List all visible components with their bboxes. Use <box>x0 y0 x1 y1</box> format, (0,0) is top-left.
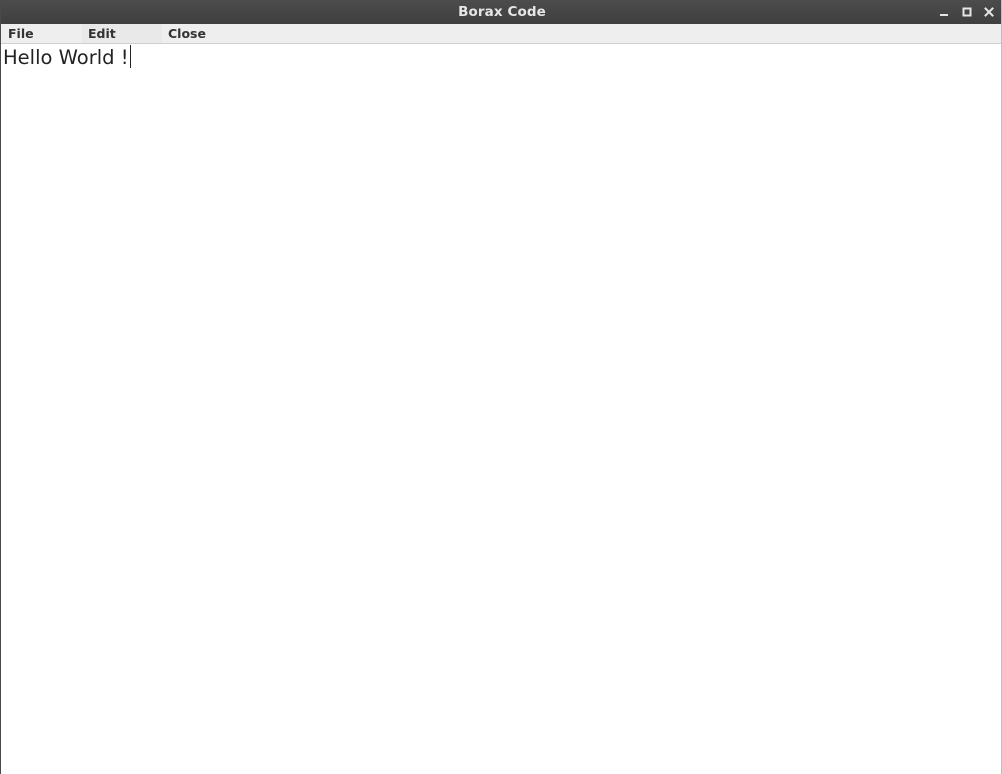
close-icon <box>984 7 994 17</box>
editor-line[interactable]: Hello World ! <box>3 45 131 71</box>
text-caret <box>129 45 131 68</box>
minimize-icon <box>940 14 948 16</box>
maximize-icon <box>962 7 972 17</box>
window-title: Borax Code <box>458 4 546 20</box>
maximize-button[interactable] <box>957 0 977 24</box>
minimize-button[interactable] <box>934 0 954 24</box>
close-window-button[interactable] <box>979 0 999 24</box>
editor-text: Hello World ! <box>3 46 129 69</box>
menu-edit[interactable]: Edit <box>82 24 162 43</box>
menu-file[interactable]: File <box>2 24 82 43</box>
app-window: Borax Code File Edit Close Hello World ! <box>0 0 1002 774</box>
title-bar[interactable]: Borax Code <box>1 0 1001 24</box>
menu-close[interactable]: Close <box>162 24 232 43</box>
text-editor[interactable]: Hello World ! <box>2 45 1001 774</box>
menu-bar: File Edit Close <box>1 24 1001 44</box>
